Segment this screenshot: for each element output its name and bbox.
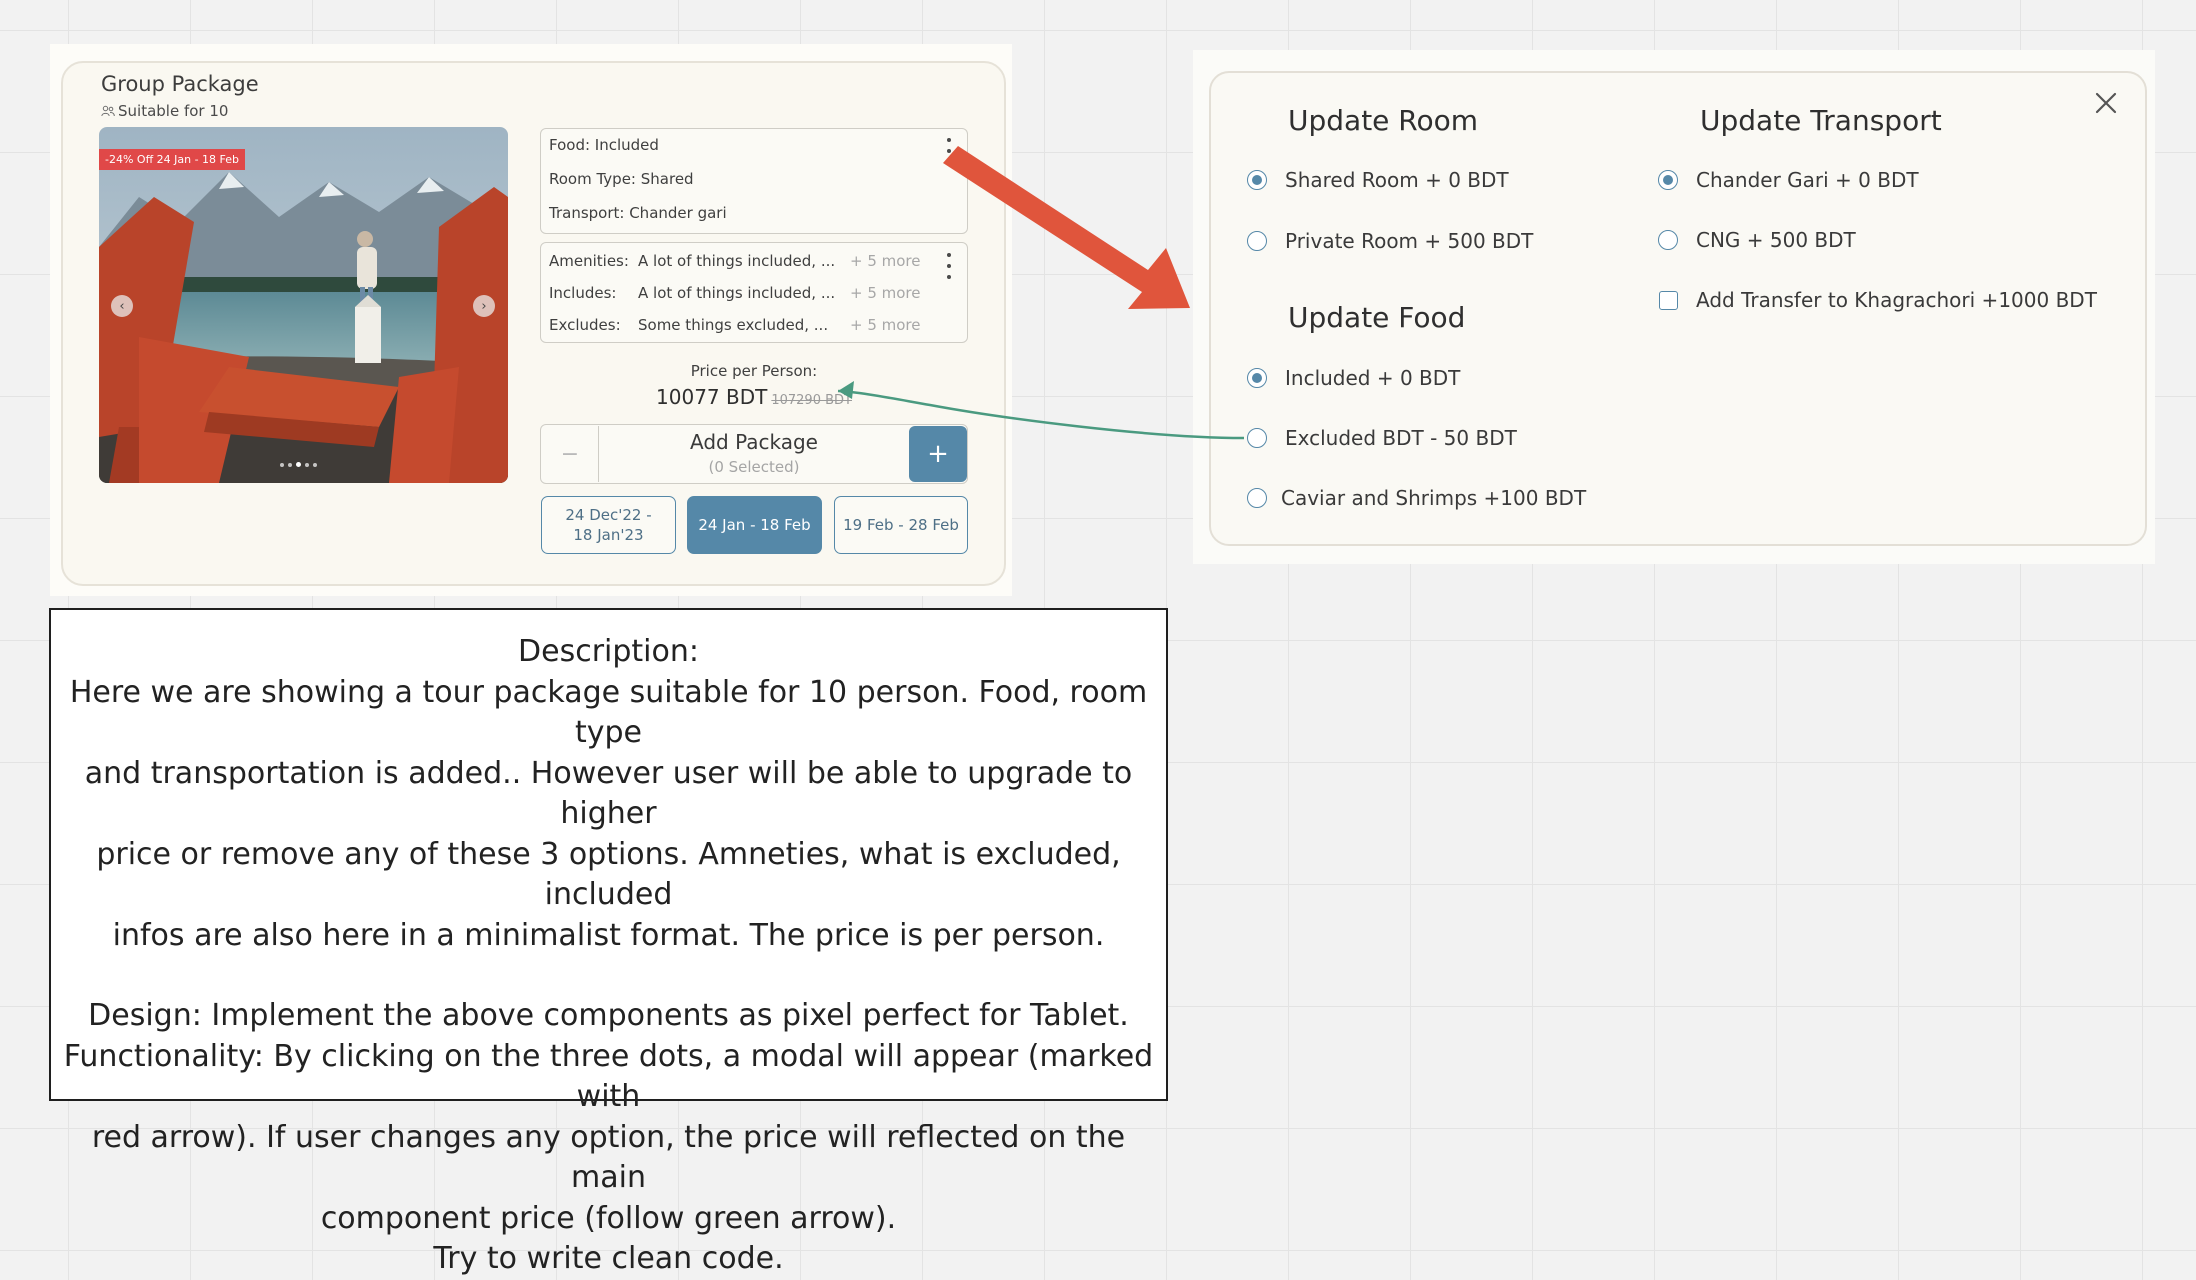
description-line: price or remove any of these 3 options. … [96, 836, 1121, 913]
description-line: component price (follow green arrow). [320, 1200, 897, 1236]
description-line: Design: Implement the above components a… [88, 998, 1129, 1033]
description-line: and transportation is added.. However us… [84, 755, 1133, 832]
description-line: Try to write clean code. [433, 1241, 784, 1276]
description-line: red arrow). If user changes any option, … [91, 1119, 1126, 1196]
description-line: Functionality: By clicking on the three … [63, 1038, 1154, 1115]
description-box: Description: Here we are showing a tour … [49, 608, 1168, 1276]
green-arrowhead [838, 381, 854, 399]
red-arrow [943, 146, 1190, 309]
green-arrow [837, 389, 1245, 440]
description-line: Here we are showing a tour package suita… [69, 674, 1148, 751]
description-line: Description: [518, 634, 699, 669]
description-line: infos are also here in a minimalist form… [112, 917, 1105, 953]
